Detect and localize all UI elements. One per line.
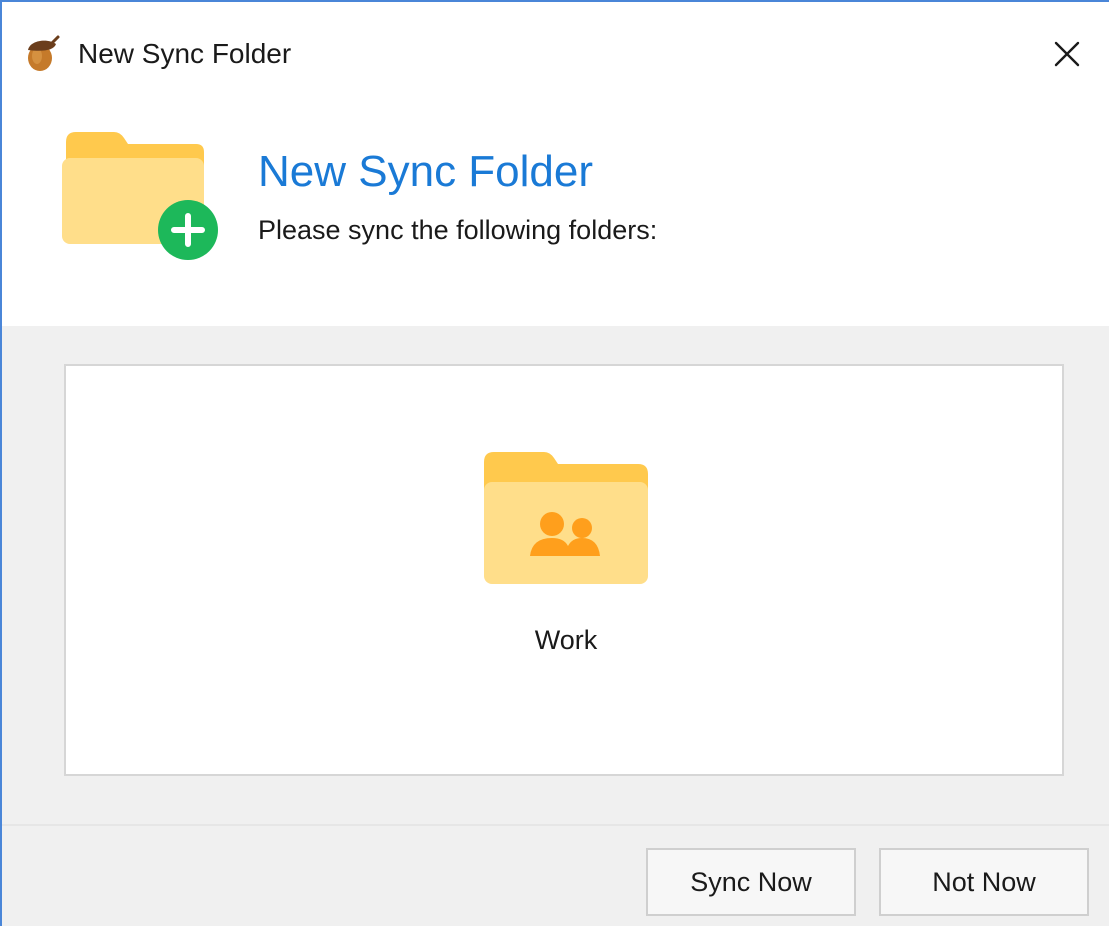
window-title: New Sync Folder (78, 38, 292, 69)
footer-divider (2, 824, 1109, 826)
title-bar: New Sync Folder (2, 2, 1109, 90)
folder-label: Work (534, 625, 598, 655)
dialog-header: New Sync Folder Please sync the followin… (2, 90, 1109, 326)
shared-folder-icon (484, 452, 648, 584)
folder-list-panel: Work (64, 364, 1064, 776)
folder-item-work[interactable]: Work (466, 452, 666, 662)
not-now-button[interactable]: Not Now (879, 848, 1089, 916)
dialog-window: New Sync Folder New Sync Folder Please s… (0, 0, 1109, 926)
dialog-body: Work Sync Now Not Now (2, 326, 1109, 926)
folder-add-icon (62, 132, 218, 260)
acorn-icon (28, 35, 60, 71)
header-subtitle: Please sync the following folders: (258, 215, 658, 245)
header-title: New Sync Folder (258, 147, 594, 196)
sync-now-button[interactable]: Sync Now (646, 848, 856, 916)
close-icon (1054, 41, 1080, 67)
close-button[interactable] (1037, 24, 1097, 84)
